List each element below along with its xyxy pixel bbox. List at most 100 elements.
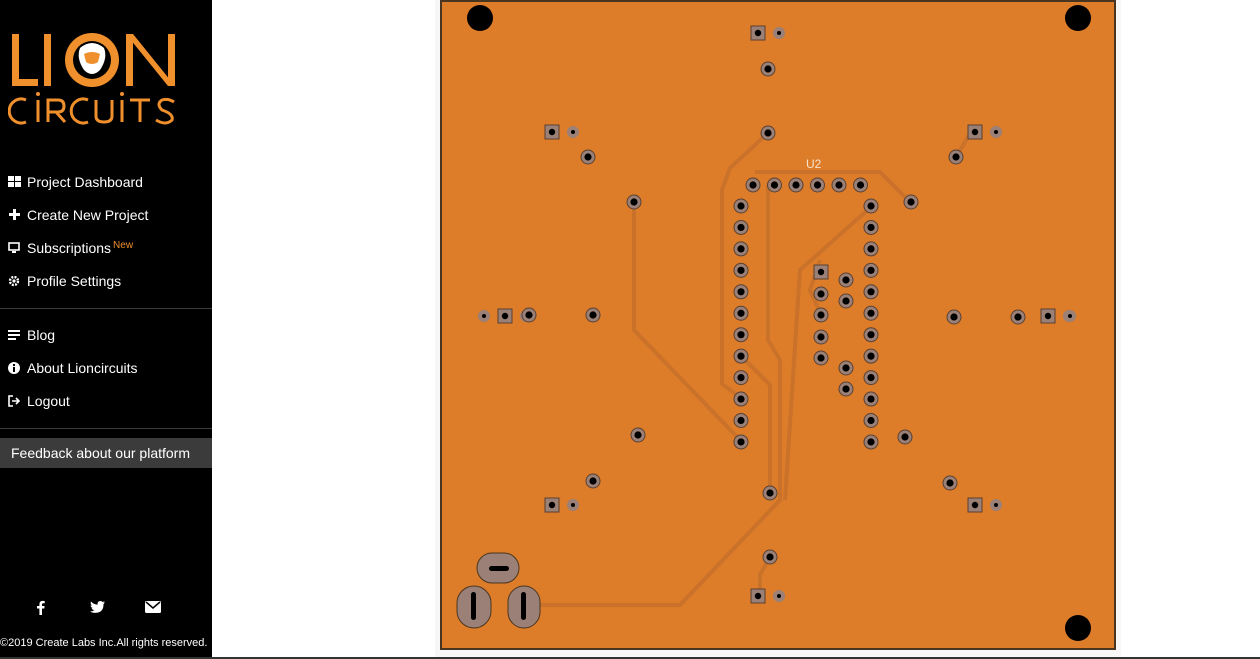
drill-hole [907, 198, 915, 206]
drill-hole [777, 594, 781, 598]
drill-hole [1044, 312, 1052, 320]
drill-hole [584, 153, 592, 161]
drill-hole [946, 479, 954, 487]
facebook-icon[interactable] [31, 598, 49, 616]
drill-hole [764, 129, 772, 137]
copyright-text: ©2019 Create Labs Inc.All rights reserve… [0, 637, 208, 649]
drill-hole [867, 352, 875, 360]
drill-hole [817, 311, 825, 319]
nav-divider [0, 428, 212, 429]
drill-hole [571, 130, 575, 134]
drill-hole [867, 288, 875, 296]
drill-hole [737, 309, 745, 317]
drill-hole [737, 352, 745, 360]
nav-profile-settings[interactable]: Profile Settings [0, 264, 212, 297]
drill-hole [571, 503, 575, 507]
lion-circuits-logo[interactable] [8, 28, 196, 132]
drill-hole [737, 416, 745, 425]
drill-hole [737, 331, 745, 339]
drill-hole [817, 354, 825, 362]
secondary-nav: Blog About Lioncircuits Logout [0, 318, 212, 417]
feedback-button[interactable]: Feedback about our platform [0, 438, 212, 468]
drill-hole [589, 477, 597, 485]
drill-hole [813, 181, 822, 189]
nav-label: Subscriptions [27, 239, 112, 256]
drill-hole [749, 181, 757, 189]
drill-hole [867, 395, 875, 403]
nav-logout[interactable]: Logout [0, 384, 212, 417]
drill-hole [867, 438, 875, 446]
drill-hole [630, 198, 638, 206]
primary-nav: Project Dashboard Create New Project Sub… [0, 165, 212, 297]
drill-hole [950, 313, 958, 321]
drill-hole [867, 309, 875, 317]
drill-hole [548, 501, 556, 509]
drill-hole [525, 311, 533, 319]
drill-hole [737, 395, 745, 403]
drill-hole [952, 153, 960, 161]
drill-hole [867, 202, 875, 210]
info-icon [7, 361, 21, 375]
drill-hole [764, 65, 772, 73]
logout-icon [7, 394, 21, 408]
drill-hole [737, 266, 745, 274]
drill-hole [754, 29, 762, 37]
drill-hole [817, 268, 825, 276]
drill-hole [501, 312, 509, 320]
nav-label: Blog [27, 326, 56, 343]
sidebar: Project Dashboard Create New Project Sub… [0, 0, 212, 659]
nav-subscriptions[interactable]: Subscriptions New [0, 231, 212, 264]
drill-hole [842, 364, 850, 372]
drill-hole [777, 31, 781, 35]
drill-hole [770, 181, 779, 189]
drill-hole [1068, 314, 1072, 318]
drill-hole [994, 130, 998, 134]
drill-hole [971, 501, 979, 509]
pcb-board[interactable]: U2 [440, 0, 1118, 650]
blog-icon [7, 328, 21, 342]
drill-hole [548, 128, 556, 136]
email-icon[interactable] [144, 598, 162, 616]
drill-hole [634, 431, 642, 439]
drill-hole [766, 553, 774, 561]
drill-hole [737, 202, 745, 210]
drill-hole [737, 288, 745, 296]
plus-icon [7, 208, 21, 222]
nav-label: About Lioncircuits [27, 359, 138, 376]
dashboard-icon [7, 175, 21, 189]
nav-label: Create New Project [27, 206, 149, 223]
drill-hole [842, 276, 850, 284]
drill-hole [792, 181, 800, 189]
drill-hole [867, 374, 875, 382]
nav-create-new-project[interactable]: Create New Project [0, 198, 212, 231]
drill-hole [737, 374, 745, 382]
drill-hole [971, 128, 979, 136]
drill-hole [867, 245, 875, 253]
drill-hole [994, 503, 998, 507]
drill-hole [901, 433, 909, 441]
drill-hole [842, 385, 850, 393]
nav-label: Logout [27, 392, 70, 409]
nav-blog[interactable]: Blog [0, 318, 212, 351]
drill-hole [737, 223, 745, 232]
drill-hole [856, 181, 865, 189]
nav-label: Project Dashboard [27, 173, 143, 190]
drill-hole [835, 181, 843, 189]
drill-hole [867, 266, 875, 274]
drill-hole [766, 489, 774, 497]
drill-hole [842, 297, 850, 305]
nav-project-dashboard[interactable]: Project Dashboard [0, 165, 212, 198]
drill-hole [817, 290, 825, 298]
drill-hole [737, 438, 745, 446]
nav-about-lioncircuits[interactable]: About Lioncircuits [0, 351, 212, 384]
new-badge: New [113, 240, 134, 251]
drill-hole [482, 314, 486, 318]
drill-hole [1014, 313, 1022, 321]
twitter-icon[interactable] [88, 598, 106, 616]
drill-hole [867, 223, 875, 232]
drill-hole [737, 245, 745, 253]
nav-divider [0, 308, 212, 309]
monitor-icon [7, 241, 21, 255]
drill-hole [867, 331, 875, 339]
drill-hole [817, 333, 825, 341]
